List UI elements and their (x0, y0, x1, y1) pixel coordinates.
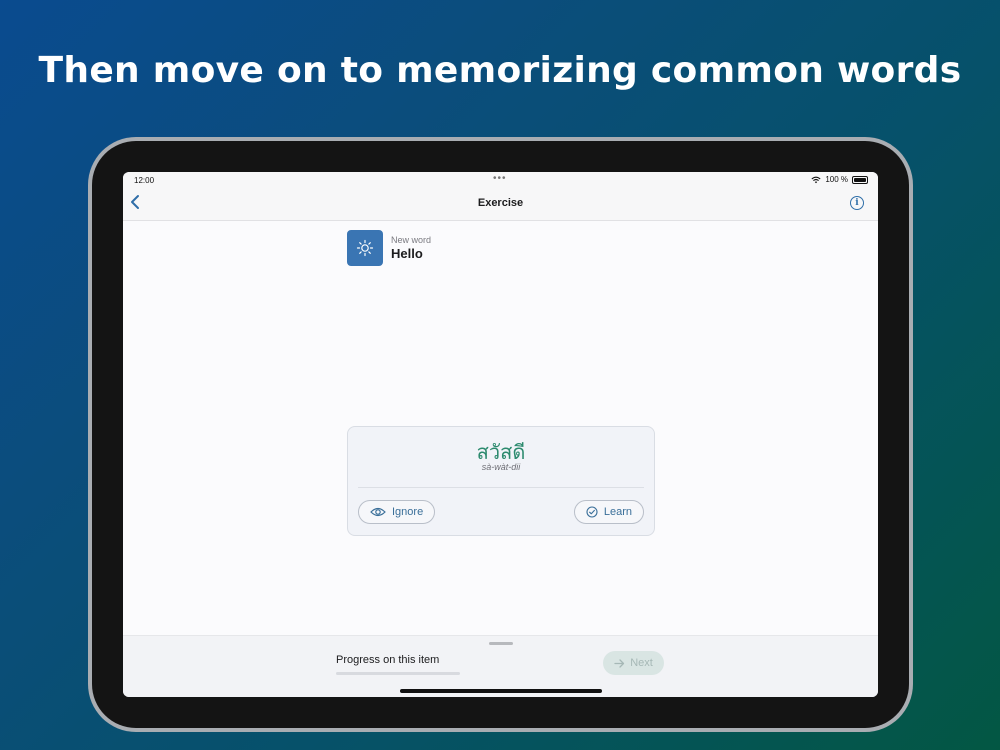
next-label: Next (630, 657, 653, 669)
new-word-label: New word (391, 235, 432, 245)
eye-icon (370, 507, 386, 517)
app-screen: 12:00 ••• 100 % Exercise i New word Hell… (123, 172, 878, 697)
ipad-frame: 12:00 ••• 100 % Exercise i New word Hell… (88, 137, 913, 732)
battery-icon (852, 175, 868, 184)
word-value: Hello (391, 246, 423, 261)
battery-percent: 100 % (825, 175, 848, 184)
card-divider (358, 487, 644, 488)
learn-button[interactable]: Learn (573, 500, 644, 524)
home-indicator (400, 689, 602, 693)
status-time: 12:00 (134, 176, 155, 185)
info-button[interactable]: i (850, 196, 864, 210)
checkmark-circle-icon (586, 506, 598, 518)
progress-bar (336, 672, 460, 675)
learn-label: Learn (603, 506, 632, 518)
nav-title: Exercise (477, 197, 524, 209)
ignore-label: Ignore (392, 506, 424, 518)
bottom-sheet: Progress on this item Next (123, 635, 878, 697)
device-bezel: 12:00 ••• 100 % Exercise i New word Hell… (92, 141, 909, 728)
status-right: 100 % (811, 175, 868, 184)
arrow-right-icon (614, 658, 625, 668)
next-button[interactable]: Next (603, 651, 664, 675)
progress-label: Progress on this item (336, 654, 440, 666)
status-bar: 12:00 ••• 100 % (123, 172, 878, 188)
wifi-icon (811, 176, 821, 183)
sun-icon (347, 230, 383, 266)
word-text: New word Hello (391, 235, 431, 261)
transliteration: sà-wàt-dii (481, 462, 521, 472)
new-word-header: New word Hello (347, 230, 431, 266)
word-card: สวัสดี sà-wàt-dii Ignore Learn (347, 426, 655, 536)
multitasking-dots-icon[interactable]: ••• (493, 173, 507, 184)
navigation-bar: Exercise i (123, 188, 878, 221)
headline: Then move on to memorizing common words (38, 50, 962, 91)
ignore-button[interactable]: Ignore (358, 500, 436, 524)
sheet-grabber[interactable] (489, 642, 513, 645)
